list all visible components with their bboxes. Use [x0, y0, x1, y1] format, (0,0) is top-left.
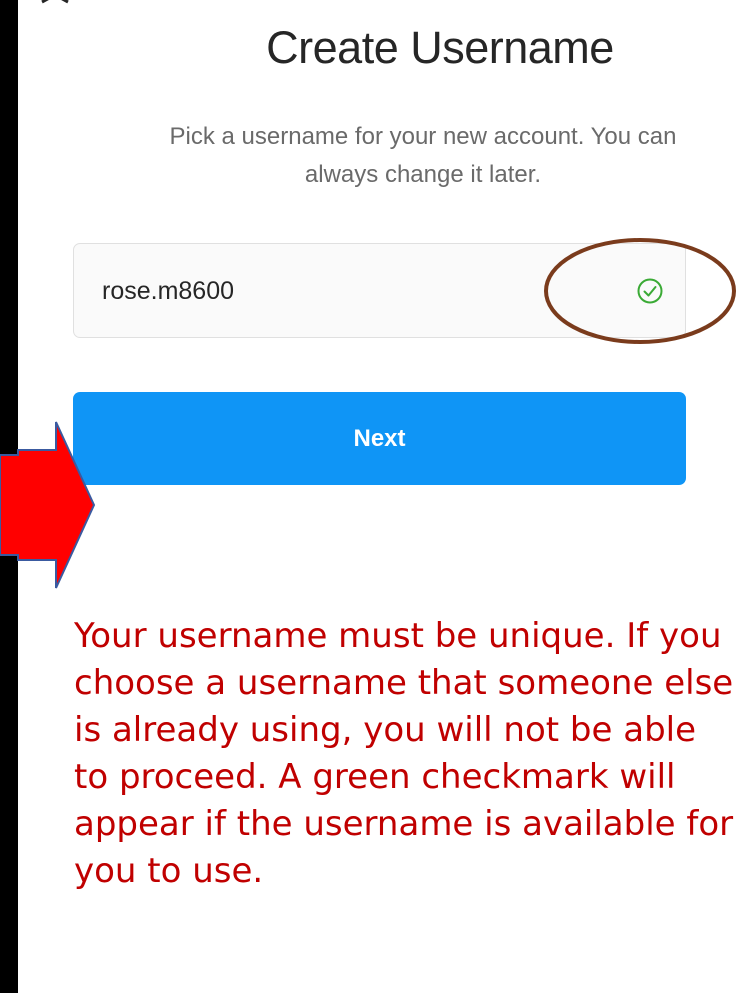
highlight-oval	[544, 238, 736, 344]
username-value[interactable]: rose.m8600	[102, 277, 234, 306]
next-button-label: Next	[353, 424, 406, 452]
page-subtitle: Pick a username for your new account. Yo…	[169, 123, 677, 188]
red-arrow-icon	[0, 421, 96, 589]
next-button[interactable]: Next	[73, 392, 686, 485]
instruction-text: Your username must be unique. If you cho…	[74, 616, 734, 891]
page-title: Create Username	[266, 22, 614, 73]
close-icon[interactable]	[38, 0, 72, 14]
